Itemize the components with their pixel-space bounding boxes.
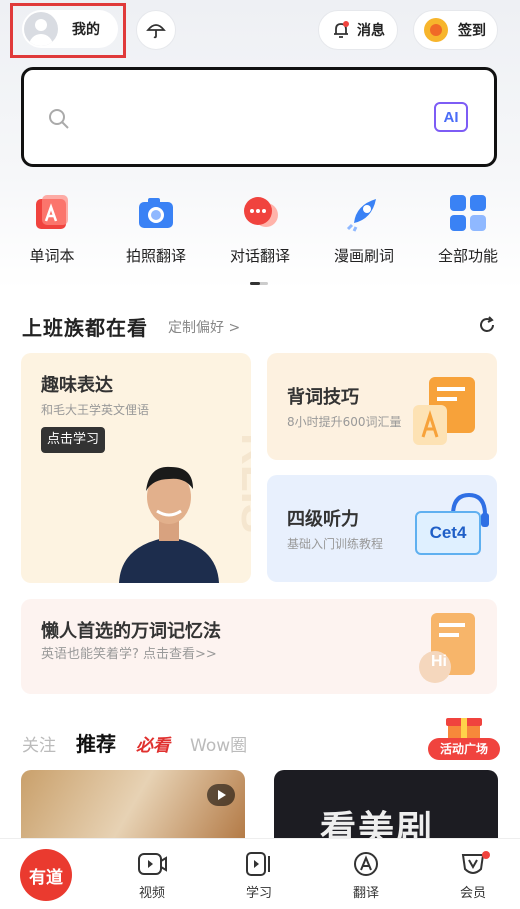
tab-follow[interactable]: 关注 xyxy=(22,731,56,756)
customize-link[interactable]: 定制偏好 > xyxy=(168,317,240,337)
me-label: 我的 xyxy=(72,22,100,38)
func-label: 拍照翻译 xyxy=(125,247,186,265)
function-grid: 单词本 拍照翻译 对话翻译 漫画刷词 全部功能 xyxy=(0,193,520,266)
card-title: 四级听力 xyxy=(287,509,359,530)
rocket-icon xyxy=(346,199,376,232)
video-thumbnail-2[interactable]: 看美剧 xyxy=(274,770,498,840)
card-title: 背词技巧 xyxy=(287,387,359,408)
card-subtitle: 英语也能笑着学? 点击查看>> xyxy=(41,647,217,662)
search-icon xyxy=(49,109,69,129)
card-lazy-memory[interactable]: 懒人首选的万词记忆法 英语也能笑着学? 点击查看>> Hi xyxy=(21,599,497,694)
func-comic-words[interactable]: 漫画刷词 xyxy=(312,193,416,266)
card-subtitle: 和毛大王学英文俚语 xyxy=(41,403,150,417)
func-label: 全部功能 xyxy=(437,247,498,265)
tab-wow-circle[interactable]: Wow圈 xyxy=(190,731,247,756)
book-icon xyxy=(413,377,475,445)
video-icon xyxy=(138,853,167,875)
activity-label: 活动广场 xyxy=(428,738,500,760)
notebook-icon xyxy=(419,613,475,683)
nav-label: 视频 xyxy=(138,886,165,901)
sign-in-label: 签到 xyxy=(458,23,486,39)
person-photo xyxy=(119,466,219,583)
message-button[interactable]: 消息 xyxy=(318,10,398,50)
umbrella-button[interactable] xyxy=(136,10,176,50)
card-fun-expression[interactable]: RLIS 趣味表达 和毛大王学英文俚语 点击学习 xyxy=(21,353,251,583)
card-subtitle: 8小时提升600词汇量 xyxy=(287,415,402,429)
nav-label: 学习 xyxy=(245,886,272,901)
ai-label: AI xyxy=(443,108,459,126)
card-title: 懒人首选的万词记忆法 xyxy=(41,621,221,642)
nav-translate[interactable]: 翻译 xyxy=(336,851,396,901)
nav-vip[interactable]: 会员 xyxy=(443,851,503,901)
nav-study[interactable]: 学习 xyxy=(229,851,289,901)
card-subtitle: 基础入门训练教程 xyxy=(287,537,384,551)
grid-icon xyxy=(450,195,486,231)
card-title: 趣味表达 xyxy=(41,375,113,396)
umbrella-icon xyxy=(146,24,166,39)
cet4-badge: Cet4 xyxy=(415,511,481,555)
tab-recommend[interactable]: 推荐 xyxy=(76,728,116,757)
sign-in-button[interactable]: 签到 xyxy=(413,10,498,50)
section-title: 上班族都在看 xyxy=(22,316,148,340)
wordbook-icon xyxy=(36,195,68,229)
func-photo-translate[interactable]: 拍照翻译 xyxy=(104,193,208,266)
nav-label: 会员 xyxy=(459,886,486,901)
bell-icon xyxy=(334,21,349,38)
hi-badge: Hi xyxy=(431,653,447,670)
func-all[interactable]: 全部功能 xyxy=(416,193,520,266)
func-dialog-translate[interactable]: 对话翻译 xyxy=(208,193,312,266)
avatar xyxy=(24,12,58,46)
video-thumbnail-1[interactable] xyxy=(21,770,245,840)
feed-tabs: 关注 推荐 必看 Wow圈 xyxy=(22,728,267,757)
func-wordbook[interactable]: 单词本 xyxy=(0,193,104,266)
study-icon xyxy=(246,852,270,876)
func-label: 单词本 xyxy=(29,247,75,265)
translate-icon xyxy=(354,852,378,876)
ai-icon[interactable]: AI xyxy=(434,102,468,132)
nav-video[interactable]: 视频 xyxy=(122,851,182,901)
func-label: 漫画刷词 xyxy=(333,247,394,265)
coin-icon xyxy=(424,18,448,42)
nav-label: 翻译 xyxy=(352,886,379,901)
tab-must-see[interactable]: 必看 xyxy=(136,731,170,756)
vip-notification-dot xyxy=(482,851,490,859)
page-indicator xyxy=(250,282,268,285)
watermark: RLIS xyxy=(232,433,251,534)
search-input[interactable]: AI xyxy=(21,67,497,167)
learn-button[interactable]: 点击学习 xyxy=(41,427,106,453)
bottom-nav: 有道 视频 学习 翻译 会员 xyxy=(0,838,520,909)
activity-square-button[interactable]: 活动广场 xyxy=(428,710,500,760)
func-label: 对话翻译 xyxy=(229,247,290,265)
message-label: 消息 xyxy=(357,23,385,39)
camera-icon xyxy=(139,198,173,228)
card-vocab-tips[interactable]: 背词技巧 8小时提升600词汇量 xyxy=(267,353,497,460)
chat-icon xyxy=(244,197,278,227)
refresh-icon[interactable] xyxy=(477,315,497,335)
card-cet4-listening[interactable]: 四级听力 基础入门训练教程 Cet4 xyxy=(267,475,497,582)
me-button[interactable]: 我的 xyxy=(22,10,118,48)
youdao-logo-button[interactable]: 有道 xyxy=(20,849,72,901)
play-icon xyxy=(207,784,235,806)
thumbnail-text: 看美剧 xyxy=(320,808,435,840)
